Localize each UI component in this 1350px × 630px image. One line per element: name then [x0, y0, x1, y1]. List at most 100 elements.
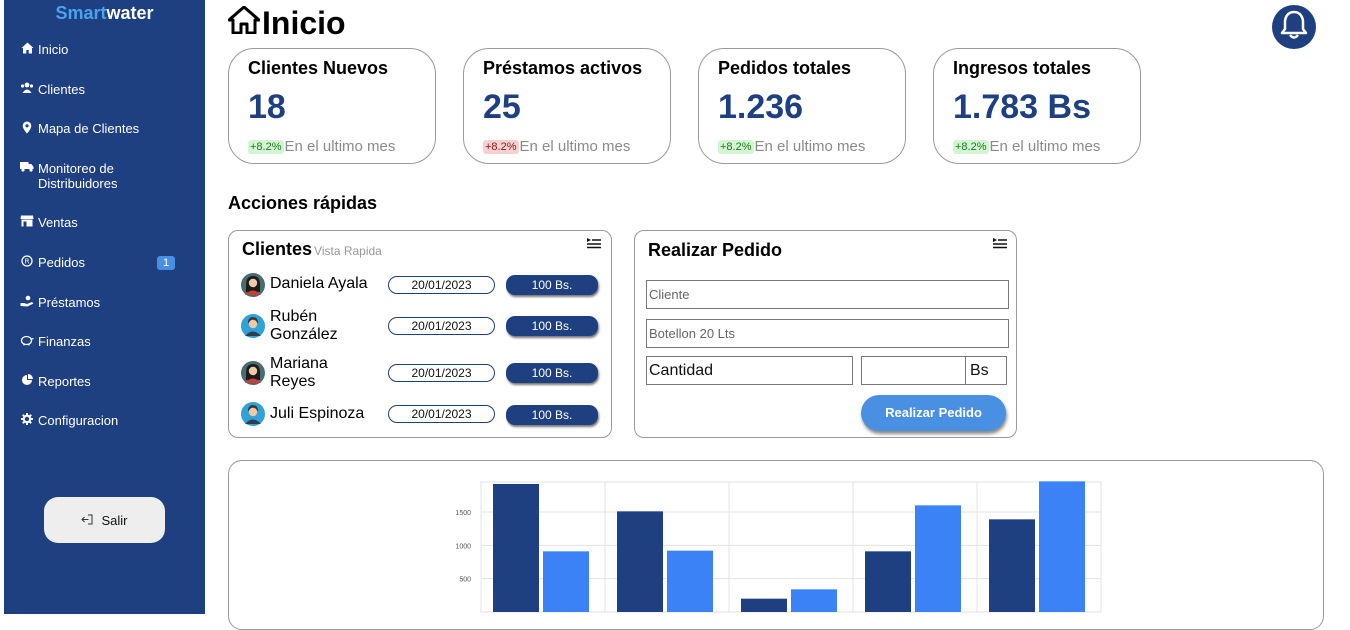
clients-card-title: Clientes [242, 239, 313, 259]
stat-title: Clientes Nuevos [248, 58, 389, 78]
client-row[interactable]: Rubén González 20/01/2023 100 Bs. [241, 308, 611, 343]
sidebar-item-label: Pedidos [38, 255, 85, 270]
product-input[interactable]: Botellon 20 Lts [646, 319, 1009, 348]
bell-icon [1280, 10, 1308, 45]
sidebar-item-inicio[interactable]: Inicio [20, 42, 190, 57]
logout-label: Salir [101, 512, 128, 528]
delta-badge: +8.2% [483, 139, 519, 154]
price-input[interactable] [862, 357, 966, 384]
stat-value: 25 [483, 88, 521, 126]
quantity-input[interactable]: Cantidad [646, 356, 853, 385]
pie-chart-icon [20, 374, 34, 386]
logout-button[interactable]: Salir [44, 497, 165, 543]
svg-text:R: R [25, 258, 30, 266]
stat-card-clientes-nuevos: Clientes Nuevos 18 +8.2% En el ultimo me… [228, 48, 436, 164]
stat-caption: En el ultimo mes [284, 138, 396, 155]
stat-caption: En el ultimo mes [989, 138, 1101, 155]
gear-icon [20, 413, 34, 425]
page-title-text: Inicio [262, 5, 346, 41]
client-amount-button[interactable]: 100 Bs. [506, 405, 598, 425]
clients-quick-view-card: Clientes Vista Rapida Daniela Ayala 20/01… [228, 230, 612, 438]
stat-delta-row: +8.2% En el ultimo mes [718, 138, 865, 155]
avatar [241, 402, 265, 426]
delta-badge: +8.2% [953, 139, 989, 154]
store-icon [20, 215, 34, 227]
piggy-bank-icon [20, 334, 34, 346]
sidebar-item-label: Finanzas [38, 334, 91, 349]
chart-bar [543, 551, 589, 612]
notifications-bell-button[interactable] [1272, 5, 1316, 49]
menu-list-icon [993, 237, 1007, 252]
sidebar-item-mapa-clientes[interactable]: Mapa de Clientes [20, 121, 190, 136]
client-input[interactable]: Cliente [646, 280, 1009, 309]
client-amount-button[interactable]: 100 Bs. [506, 275, 598, 295]
registered-icon: R [20, 255, 34, 267]
brand-part-water: water [106, 3, 154, 23]
y-tick-label: 1000 [455, 543, 471, 550]
y-tick-label: 500 [459, 577, 471, 584]
chart-bar [915, 505, 961, 612]
pedidos-count-badge: 1 [157, 256, 175, 270]
stat-value: 1.236 [718, 88, 804, 126]
sidebar: Smartwater Inicio Clientes Mapa de Clien… [4, 0, 205, 614]
home-icon [20, 42, 34, 54]
client-name: Rubén González [270, 308, 338, 343]
client-date: 20/01/2023 [388, 405, 495, 423]
stat-card-pedidos-totales: Pedidos totales 1.236 +8.2% En el ultimo… [698, 48, 906, 164]
submit-order-button[interactable]: Realizar Pedido [861, 395, 1006, 431]
client-date: 20/01/2023 [388, 364, 495, 382]
sidebar-item-reportes[interactable]: Reportes [20, 374, 190, 389]
chart-bar [617, 511, 663, 612]
bar-chart: 500 1000 1500 [455, 481, 1102, 613]
card-menu-button[interactable] [587, 237, 601, 252]
brand-logo: Smartwater [4, 3, 205, 24]
card-title: Clientes Vista Rapida [242, 239, 382, 260]
sidebar-item-finanzas[interactable]: Finanzas [20, 334, 190, 349]
client-row[interactable]: Juli Espinoza 20/01/2023 100 Bs. [241, 402, 611, 432]
sidebar-item-label: Inicio [38, 42, 69, 57]
sidebar-item-label: Reportes [38, 374, 91, 389]
client-amount-button[interactable]: 100 Bs. [506, 316, 598, 336]
client-name: Daniela Ayala [270, 275, 368, 292]
price-field[interactable]: Bs [861, 356, 1007, 385]
currency-label: Bs [970, 362, 989, 379]
page-title: Inicio [227, 5, 346, 42]
sidebar-item-clientes[interactable]: Clientes [20, 82, 190, 97]
sidebar-item-monitoreo[interactable]: Monitoreo de Distribuidores [20, 161, 190, 191]
y-tick-label: 1500 [455, 510, 471, 517]
client-date: 20/01/2023 [388, 317, 495, 335]
delta-badge: +8.2% [248, 139, 284, 154]
avatar [241, 314, 265, 338]
card-menu-button[interactable] [993, 237, 1007, 252]
clients-card-subtitle: Vista Rapida [314, 244, 382, 258]
client-date: 20/01/2023 [388, 276, 495, 294]
brand-part-smart: Smart [55, 3, 107, 23]
chart-bar [741, 598, 787, 612]
truck-icon [20, 161, 34, 172]
sidebar-item-ventas[interactable]: Ventas [20, 215, 190, 230]
sidebar-item-label: Mapa de Clientes [38, 121, 140, 136]
stat-delta-row: +8.2% En el ultimo mes [483, 138, 630, 155]
delta-badge: +8.2% [718, 139, 754, 154]
chart-bar [989, 519, 1035, 612]
avatar [241, 273, 265, 297]
home-icon [227, 5, 261, 42]
client-row[interactable]: Mariana Reyes 20/01/2023 100 Bs. [241, 355, 611, 390]
sidebar-item-label: Monitoreo de Distribuidores [38, 161, 118, 191]
chart-bar [791, 589, 837, 612]
stat-delta-row: +8.2% En el ultimo mes [953, 138, 1100, 155]
stat-title: Préstamos activos [483, 58, 643, 78]
client-name: Mariana Reyes [270, 355, 328, 390]
sidebar-item-configuracion[interactable]: Configuracion [20, 413, 190, 428]
chart-bar [865, 551, 911, 612]
menu-list-icon [587, 237, 601, 252]
logout-icon [81, 513, 93, 528]
stat-card-ingresos-totales: Ingresos totales 1.783 Bs +8.2% En el ul… [933, 48, 1141, 164]
sidebar-item-label: Ventas [38, 215, 78, 230]
stat-delta-row: +8.2% En el ultimo mes [248, 138, 395, 155]
stat-caption: En el ultimo mes [754, 138, 866, 155]
client-amount-button[interactable]: 100 Bs. [506, 363, 598, 383]
sidebar-item-label: Préstamos [38, 295, 101, 310]
sidebar-item-prestamos[interactable]: Préstamos [20, 295, 190, 310]
client-row[interactable]: Daniela Ayala 20/01/2023 100 Bs. [241, 271, 611, 301]
